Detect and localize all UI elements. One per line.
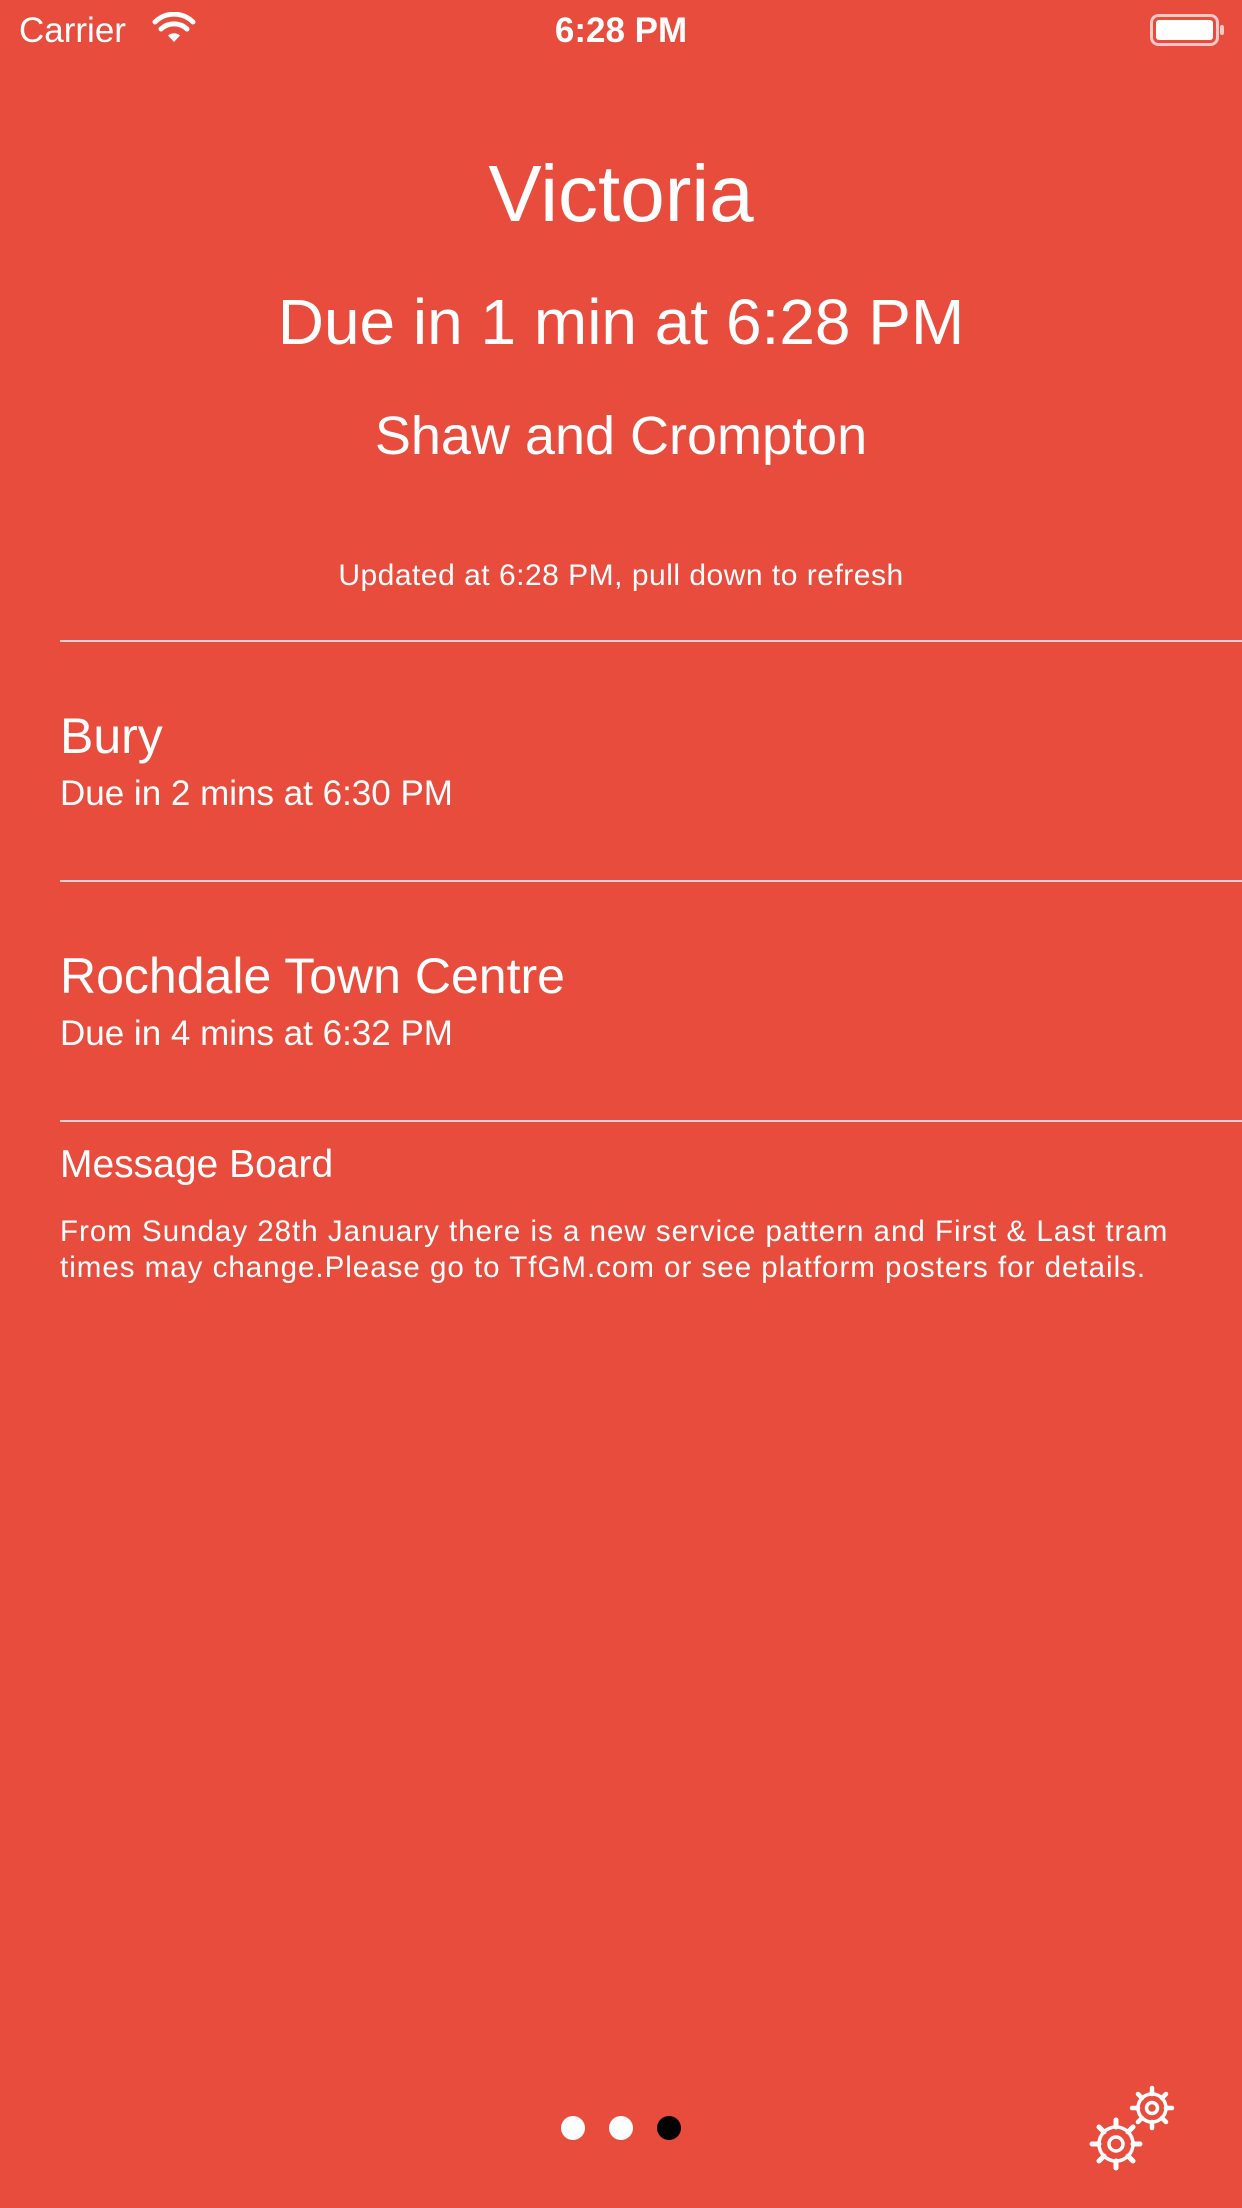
message-board-title: Message Board [60,1143,334,1186]
message-board-text: From Sunday 28th January there is a new … [60,1215,1169,1284]
next-tram-destination: Shaw and Crompton [374,406,868,466]
page-dot[interactable] [609,2116,633,2140]
gears-icon[interactable] [1088,2080,1180,2172]
page-dot-active[interactable] [657,2116,681,2140]
battery-icon [1150,14,1224,46]
tram-destination: Rochdale Town Centre [60,948,565,1004]
page-dot[interactable] [561,2116,585,2140]
tram-due-time: Due in 2 mins at 6:30 PM [60,774,453,813]
updated-status[interactable]: Updated at 6:28 PM, pull down to refresh [0,556,1242,596]
status-bar: Carrier 6:28 PM [0,0,1242,60]
tram-destination: Bury [60,708,163,764]
tram-due-time: Due in 4 mins at 6:32 PM [60,1014,453,1053]
station-name: Victoria [488,149,754,238]
next-tram-due: Due in 1 min at 6:28 PM [277,286,965,358]
divider [60,880,1242,882]
page-indicator[interactable] [0,2116,1242,2140]
tram-list-item[interactable]: Bury Due in 2 mins at 6:30 PM [0,706,1242,944]
divider [60,640,1242,642]
status-time: 6:28 PM [554,11,688,50]
divider [60,1120,1242,1122]
